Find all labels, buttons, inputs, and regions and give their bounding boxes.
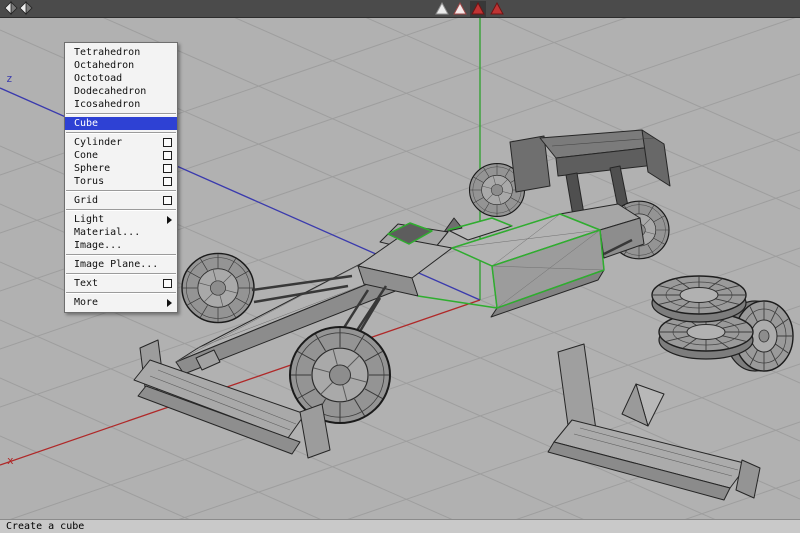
mode-button-2[interactable] [452,1,468,17]
menu-item-label: Image Plane... [74,258,158,271]
menu-item-label: Light [74,213,104,226]
menu-item-cone[interactable]: Cone [65,149,177,162]
menu-item-cube[interactable]: Cube [65,117,177,130]
menu-item-label: Dodecahedron [74,85,146,98]
menu-item-sphere[interactable]: Sphere [65,162,177,175]
menu-separator [66,190,176,192]
spare-tire-top[interactable] [652,276,746,322]
menu-item-label: Tetrahedron [74,46,140,59]
triangle-icon [491,3,503,14]
menu-item-label: Cylinder [74,136,122,149]
triangle-icon [436,3,448,14]
option-box-icon[interactable] [163,279,172,288]
menu-item-label: Cube [74,117,98,130]
diamond-icon-1[interactable] [5,2,17,14]
axis-label-x: x [7,454,14,467]
menu-item-label: Octotoad [74,72,122,85]
selection-mode-buttons [434,1,508,17]
menu-item-torus[interactable]: Torus [65,175,177,188]
menu-item-more[interactable]: More [65,296,177,309]
menu-item-material[interactable]: Material... [65,226,177,239]
menu-item-octahedron[interactable]: Octahedron [65,59,177,72]
wheel-front-left[interactable] [290,327,390,423]
wheel-front-right[interactable] [182,253,254,322]
cockpit[interactable] [358,223,452,296]
menu-item-icosahedron[interactable]: Icosahedron [65,98,177,111]
menu-item-label: More [74,296,98,309]
status-text: Create a cube [6,521,84,532]
menu-item-cylinder[interactable]: Cylinder [65,136,177,149]
menu-item-grid[interactable]: Grid [65,194,177,207]
menu-item-label: Sphere [74,162,110,175]
menu-separator [66,254,176,256]
menu-item-label: Torus [74,175,104,188]
menu-item-label: Grid [74,194,98,207]
triangle-icon [454,3,466,14]
menu-separator [66,292,176,294]
application-window: z x [0,0,800,533]
menu-item-light[interactable]: Light [65,213,177,226]
menu-item-label: Octahedron [74,59,134,72]
menu-item-image-plane[interactable]: Image Plane... [65,258,177,271]
mode-button-4[interactable] [489,1,505,17]
menu-separator [66,273,176,275]
menu-separator [66,132,176,134]
mode-button-1[interactable] [434,1,450,17]
spare-tires[interactable] [652,276,793,371]
menu-item-label: Text [74,277,98,290]
menu-item-text[interactable]: Text [65,277,177,290]
menu-separator [66,113,176,115]
window-diamond-icons [4,1,34,15]
menu-item-label: Image... [74,239,122,252]
submenu-arrow-icon [167,299,172,307]
diamond-icon-2[interactable] [20,2,32,14]
mode-button-3[interactable] [470,1,486,17]
submenu-arrow-icon [167,216,172,224]
option-box-icon[interactable] [163,164,172,173]
toolbar [0,0,800,18]
menu-item-label: Icosahedron [74,98,140,111]
menu-item-label: Material... [74,226,140,239]
primitives-context-menu: Tetrahedron Octahedron Octotoad Dodecahe… [64,42,178,313]
status-bar: Create a cube [0,519,800,533]
option-box-icon[interactable] [163,151,172,160]
spare-front-wing[interactable] [548,344,760,500]
menu-item-image[interactable]: Image... [65,239,177,252]
menu-item-label: Cone [74,149,98,162]
menu-item-dodecahedron[interactable]: Dodecahedron [65,85,177,98]
option-box-icon[interactable] [163,177,172,186]
option-box-icon[interactable] [163,138,172,147]
axis-label-z: z [6,72,13,85]
menu-separator [66,209,176,211]
menu-item-octotoad[interactable]: Octotoad [65,72,177,85]
option-box-icon[interactable] [163,196,172,205]
menu-item-tetrahedron[interactable]: Tetrahedron [65,46,177,59]
